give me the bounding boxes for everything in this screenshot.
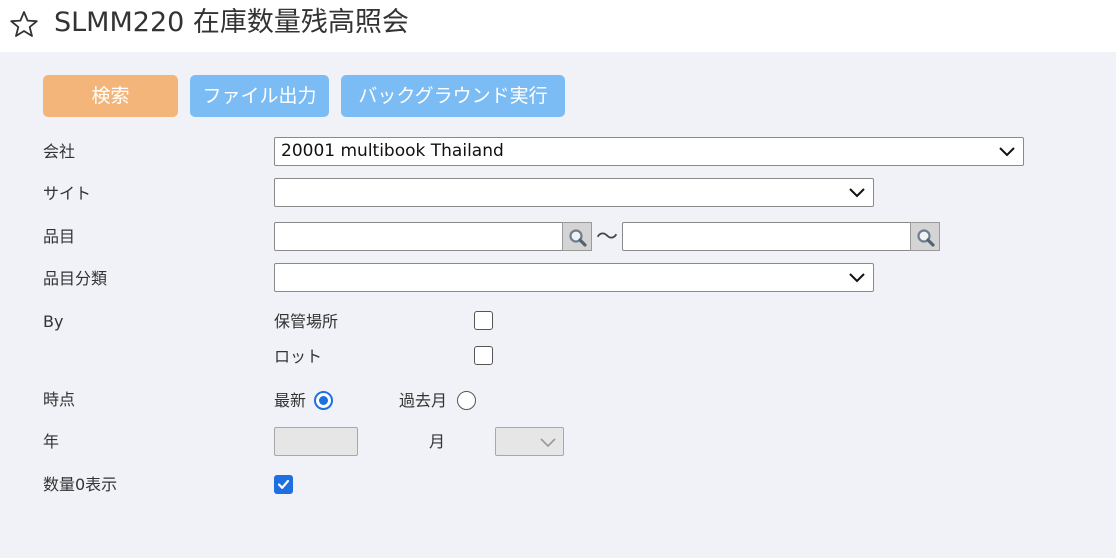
by-storage-location-label: 保管場所 bbox=[274, 312, 339, 331]
item-category-label: 品目分類 bbox=[43, 269, 108, 288]
item-from-lookup-button[interactable] bbox=[562, 222, 592, 251]
item-to-lookup-button[interactable] bbox=[910, 222, 940, 251]
item-from-input[interactable] bbox=[274, 222, 564, 251]
past-month-label: 過去月 bbox=[399, 391, 448, 410]
latest-label: 最新 bbox=[274, 391, 307, 410]
page-title: SLMM220 在庫数量残高照会 bbox=[54, 7, 409, 38]
show-zero-qty-label: 数量0表示 bbox=[43, 475, 118, 494]
by-lot-label: ロット bbox=[274, 347, 323, 366]
search-button[interactable]: 検索 bbox=[43, 75, 178, 117]
by-storage-location-checkbox[interactable] bbox=[474, 311, 493, 330]
magnifier-icon bbox=[917, 229, 935, 247]
by-lot-checkbox[interactable] bbox=[474, 346, 493, 365]
chevron-down-icon bbox=[849, 188, 865, 198]
company-label: 会社 bbox=[43, 142, 76, 161]
past-month-radio[interactable] bbox=[457, 391, 476, 410]
site-select[interactable] bbox=[274, 178, 874, 207]
item-to-input[interactable] bbox=[622, 222, 912, 251]
page-header: SLMM220 在庫数量残高照会 bbox=[0, 0, 1116, 52]
background-run-button[interactable]: バックグラウンド実行 bbox=[341, 75, 565, 117]
chevron-down-icon bbox=[849, 273, 865, 283]
chevron-down-icon bbox=[999, 147, 1015, 157]
latest-radio[interactable] bbox=[314, 391, 333, 410]
point-in-time-label: 時点 bbox=[43, 390, 76, 409]
item-category-select[interactable] bbox=[274, 263, 874, 292]
item-label: 品目 bbox=[43, 227, 76, 246]
by-label: By bbox=[43, 312, 64, 331]
show-zero-qty-checkbox[interactable] bbox=[274, 475, 293, 494]
magnifier-icon bbox=[569, 229, 587, 247]
year-input[interactable] bbox=[274, 427, 358, 456]
file-output-button[interactable]: ファイル出力 bbox=[190, 75, 329, 117]
company-select[interactable]: 20001 multibook Thailand bbox=[274, 137, 1024, 166]
site-label: サイト bbox=[43, 184, 92, 203]
star-outline-icon[interactable] bbox=[9, 10, 39, 38]
chevron-down-icon bbox=[540, 438, 556, 448]
year-label: 年 bbox=[43, 432, 60, 451]
range-separator: 〜 bbox=[596, 225, 619, 250]
checkmark-icon bbox=[277, 479, 290, 489]
company-select-value: 20001 multibook Thailand bbox=[281, 141, 504, 161]
month-select[interactable] bbox=[495, 427, 564, 456]
month-label: 月 bbox=[429, 432, 446, 451]
